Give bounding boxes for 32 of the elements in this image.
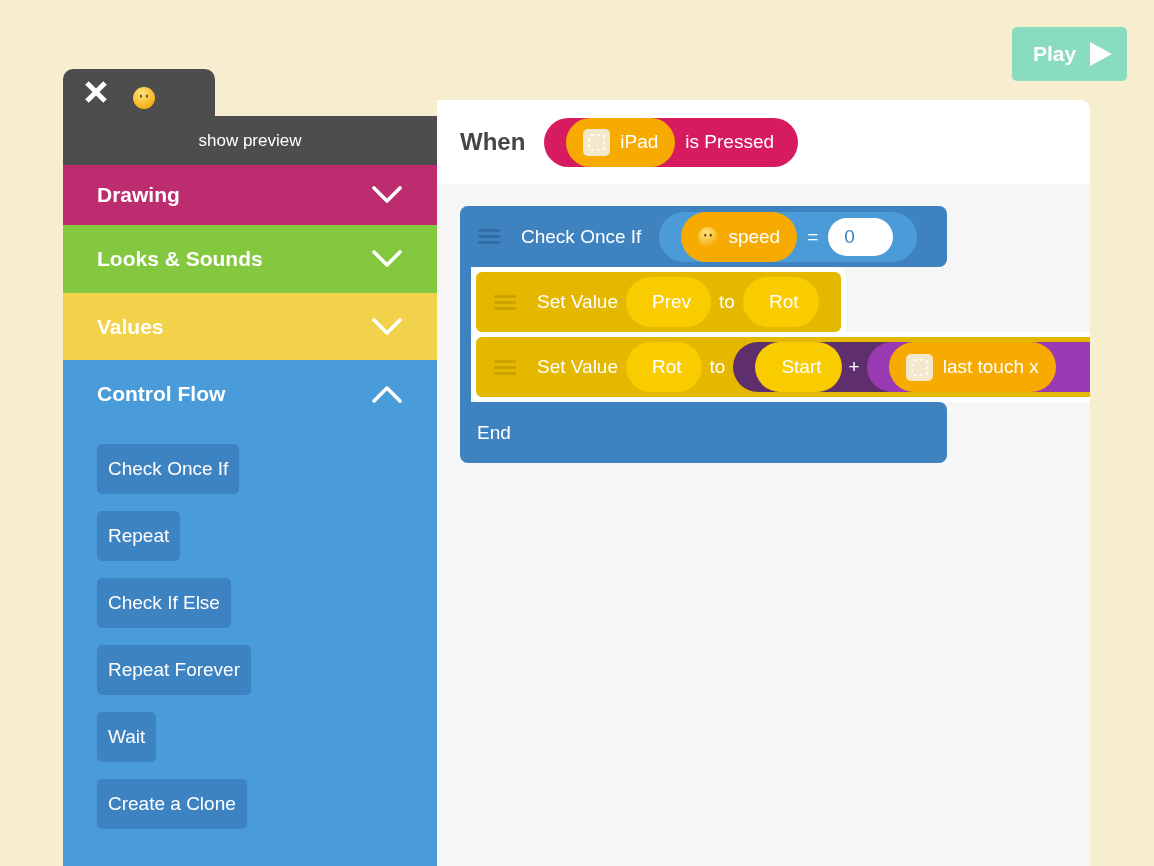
- palette-block[interactable]: Create a Clone: [97, 779, 247, 829]
- condition-block[interactable]: speed = 0: [659, 211, 918, 262]
- event-label: is Pressed: [685, 131, 775, 153]
- trigger-block[interactable]: iPad is Pressed: [544, 117, 799, 167]
- palette-block[interactable]: Repeat: [97, 511, 181, 561]
- condition-block-header[interactable]: Check Once If speed = 0: [460, 206, 947, 267]
- end-block[interactable]: End: [460, 402, 947, 463]
- palette-block[interactable]: Check If Else: [97, 578, 231, 628]
- block-label: Set Value: [537, 291, 618, 313]
- block-label: Set Value: [537, 356, 618, 378]
- dashed-square-icon: [905, 353, 933, 381]
- emoji-face-icon: [133, 87, 155, 109]
- play-icon: [1090, 42, 1113, 66]
- block-label: Check Once If: [521, 225, 642, 248]
- drag-handle-icon[interactable]: [478, 229, 500, 244]
- palette-block[interactable]: Repeat Forever: [97, 645, 251, 695]
- character-button[interactable]: [133, 87, 155, 109]
- block-label: to: [719, 291, 735, 313]
- number-field[interactable]: 0: [828, 217, 894, 256]
- block-label: to: [709, 356, 726, 378]
- when-label: When: [460, 128, 526, 156]
- dashed-square-icon: [583, 128, 611, 156]
- palette-block[interactable]: Wait: [97, 712, 157, 762]
- emoji-face-icon: [698, 226, 719, 247]
- close-icon: [84, 80, 108, 104]
- show-preview-button[interactable]: show preview: [63, 116, 437, 165]
- drag-handle-icon[interactable]: [494, 359, 516, 375]
- drag-handle-icon[interactable]: [494, 294, 516, 310]
- operator-label: +: [848, 356, 860, 378]
- palette-block[interactable]: Check Once If: [97, 444, 240, 494]
- close-button[interactable]: [84, 80, 108, 104]
- operator-label: =: [807, 225, 819, 248]
